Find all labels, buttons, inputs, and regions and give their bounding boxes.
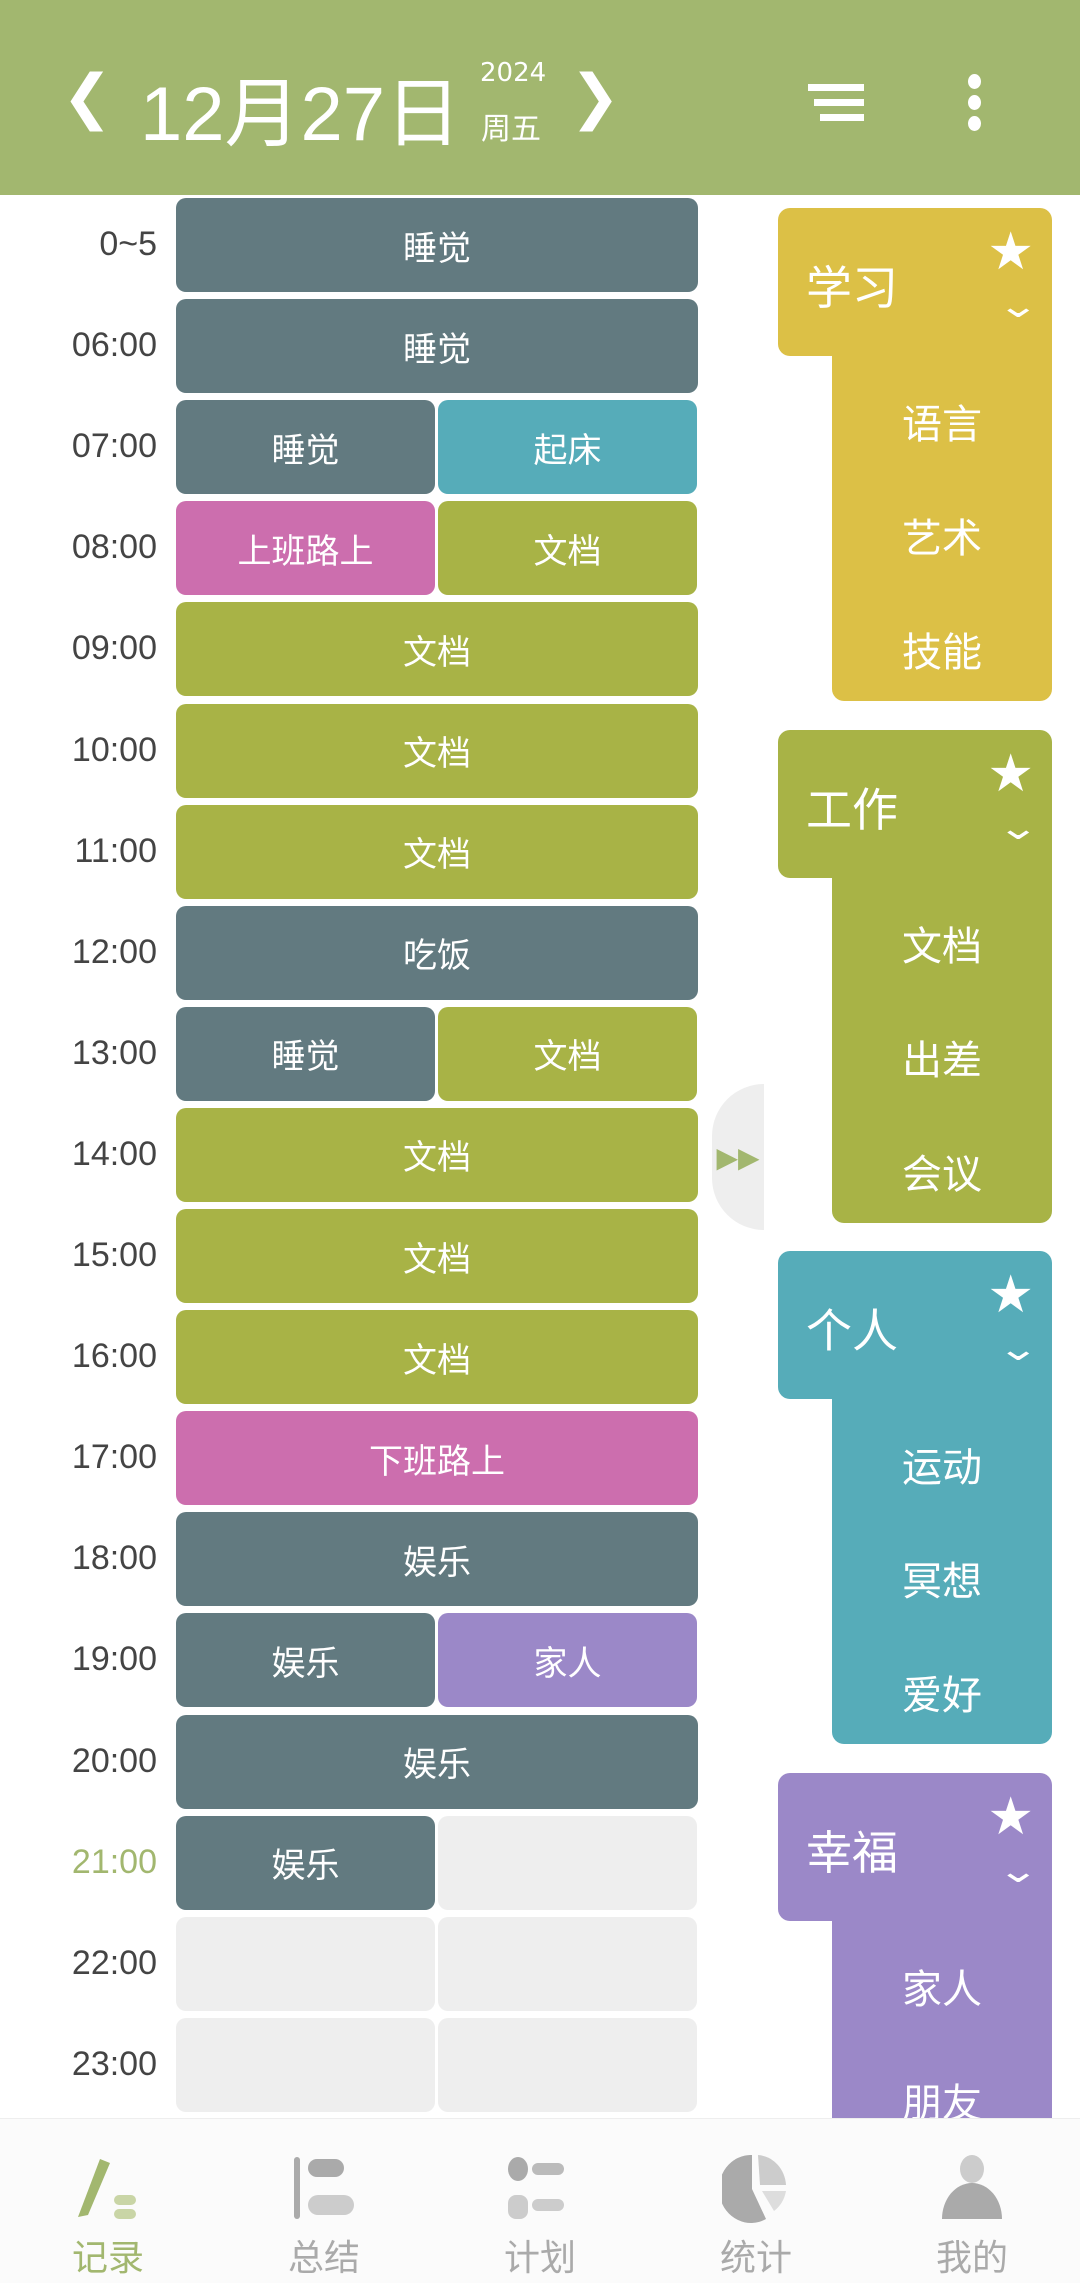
activity-block[interactable]: 文档 [176, 703, 698, 798]
time-label: 19:00 [71, 1640, 157, 1679]
time-label: 10:00 [71, 730, 157, 769]
bottom-nav: 记录 总结 计划 统计 我的 [0, 2118, 1080, 2283]
date-title[interactable]: 12月27日 [140, 52, 461, 162]
category-item[interactable]: 运动 [832, 1435, 1052, 1493]
time-label: 08:00 [71, 528, 157, 567]
weekday-label: 周五 [481, 112, 541, 147]
tab-label: 计划 [503, 2238, 576, 2279]
summary-list-icon [290, 2155, 358, 2223]
category-item[interactable]: 家人 [832, 1957, 1052, 2015]
tab-label: 我的 [935, 2238, 1008, 2279]
star-icon[interactable]: ★ [987, 222, 1034, 282]
category-item[interactable]: 爱好 [832, 1663, 1052, 1721]
category-item[interactable]: 出差 [832, 1028, 1052, 1086]
tab-user[interactable]: 我的 [864, 2119, 1080, 2284]
activity-block[interactable]: 睡觉 [176, 1006, 435, 1101]
activity-block[interactable]: 睡觉 [176, 299, 698, 394]
chevron-down-icon[interactable]: ⌄ [996, 808, 1039, 848]
empty-slot[interactable] [176, 1916, 435, 2011]
tab-pen-record[interactable]: 记录 [0, 2119, 216, 2284]
category-item[interactable]: 语言 [832, 392, 1052, 450]
fast-forward-icon[interactable]: ▶▶ [712, 1084, 764, 1230]
tab-label: 总结 [287, 2238, 360, 2279]
activity-block[interactable]: 起床 [438, 400, 697, 495]
empty-slot[interactable] [438, 2017, 697, 2112]
time-label: 06:00 [71, 326, 157, 365]
time-label: 20:00 [71, 1741, 157, 1780]
activity-block[interactable]: 睡觉 [176, 400, 435, 495]
tab-summary-list[interactable]: 总结 [216, 2119, 432, 2284]
category-group-header[interactable]: 幸福 ★ ⌄ [778, 1772, 1052, 1921]
tab-pie-chart[interactable]: 统计 [648, 2119, 864, 2284]
activity-block[interactable]: 文档 [176, 804, 698, 899]
pen-record-icon [74, 2155, 142, 2223]
category-item[interactable]: 文档 [832, 914, 1052, 972]
empty-slot[interactable] [176, 2017, 435, 2112]
time-label: 18:00 [71, 1539, 157, 1578]
activity-block[interactable]: 文档 [176, 1310, 698, 1405]
empty-slot[interactable] [438, 1815, 697, 1910]
time-label: 14:00 [71, 1134, 157, 1173]
time-label: 21:00 [71, 1842, 157, 1881]
time-label: 11:00 [74, 831, 157, 870]
time-label: 09:00 [71, 629, 157, 668]
chevron-down-icon[interactable]: ⌄ [996, 1851, 1039, 1891]
activity-block[interactable]: 娱乐 [176, 1815, 435, 1910]
tab-label: 统计 [719, 2238, 792, 2279]
activity-block[interactable]: 娱乐 [176, 1512, 698, 1607]
category-title: 工作 [806, 782, 898, 837]
activity-block[interactable]: 睡觉 [176, 198, 698, 292]
pie-chart-icon [718, 2154, 790, 2223]
more-vertical-icon[interactable] [968, 74, 982, 137]
activity-block[interactable]: 文档 [438, 1006, 697, 1101]
chevron-left-icon[interactable]: ❮ [62, 62, 112, 132]
sort-lines-icon[interactable] [808, 84, 864, 129]
time-label: 22:00 [71, 1943, 157, 1982]
chevron-down-icon[interactable]: ⌄ [996, 1329, 1039, 1369]
time-label: 13:00 [71, 1033, 157, 1072]
activity-block[interactable]: 娱乐 [176, 1714, 698, 1809]
activity-block[interactable]: 文档 [438, 501, 697, 596]
time-label: 07:00 [71, 427, 157, 466]
time-label: 12:00 [71, 932, 157, 971]
plan-list-icon [506, 2155, 574, 2223]
year-label: 2024 [480, 58, 547, 88]
category-group-header[interactable]: 个人 ★ ⌄ [778, 1251, 1052, 1399]
category-group-body: 运动 冥想 爱好 [832, 1391, 1052, 1744]
time-label: 15:00 [71, 1236, 157, 1274]
chevron-right-icon[interactable]: ❯ [570, 62, 620, 132]
category-title: 个人 [806, 1304, 898, 1358]
activity-block[interactable]: 上班路上 [176, 501, 435, 596]
empty-slot[interactable] [438, 1916, 697, 2011]
star-icon[interactable]: ★ [987, 1787, 1034, 1847]
category-title: 学习 [806, 261, 898, 315]
activity-block[interactable]: 下班路上 [176, 1411, 698, 1506]
activity-block[interactable]: 文档 [176, 1209, 698, 1303]
category-item[interactable]: 会议 [832, 1142, 1052, 1200]
star-icon[interactable]: ★ [987, 744, 1034, 804]
category-title: 幸福 [806, 1825, 898, 1880]
time-label: 17:00 [71, 1438, 157, 1477]
category-item[interactable]: 技能 [832, 620, 1052, 678]
activity-block[interactable]: 娱乐 [176, 1613, 435, 1708]
activity-block[interactable]: 家人 [438, 1613, 697, 1708]
category-item[interactable]: 艺术 [832, 506, 1052, 564]
activity-block[interactable]: 文档 [176, 1107, 698, 1202]
category-group-body: 语言 艺术 技能 [832, 348, 1052, 701]
star-icon[interactable]: ★ [987, 1265, 1034, 1325]
activity-block[interactable]: 吃饭 [176, 905, 698, 1000]
header: ❮ 12月27日 2024 周五 ❯ [0, 0, 1080, 195]
category-group-body: 文档 出差 会议 [832, 869, 1052, 1223]
category-group-header[interactable]: 学习 ★ ⌄ [778, 208, 1052, 356]
chevron-down-icon[interactable]: ⌄ [996, 286, 1039, 326]
tab-plan-list[interactable]: 计划 [432, 2119, 648, 2284]
user-icon [938, 2155, 1006, 2223]
tab-label: 记录 [71, 2238, 144, 2279]
category-item[interactable]: 冥想 [832, 1549, 1052, 1607]
activity-block[interactable]: 文档 [176, 602, 698, 697]
category-group-header[interactable]: 工作 ★ ⌄ [778, 729, 1052, 878]
time-label: 0~5 [99, 225, 157, 263]
time-label: 16:00 [71, 1337, 157, 1376]
time-label: 23:00 [71, 2044, 157, 2083]
